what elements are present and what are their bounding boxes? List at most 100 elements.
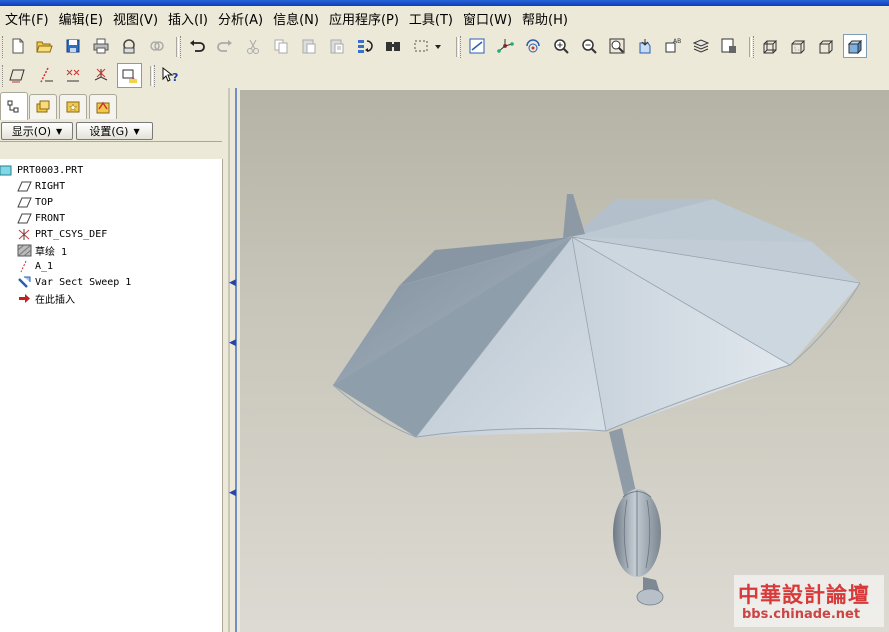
menu-file[interactable]: 文件(F) xyxy=(0,9,54,28)
tree-item-sweep[interactable]: Var Sect Sweep 1 xyxy=(16,274,131,290)
zoom-out-icon[interactable] xyxy=(578,35,600,57)
part-icon xyxy=(0,163,14,177)
datum-plane-icon xyxy=(16,195,32,209)
regenerate-icon[interactable] xyxy=(354,35,376,57)
tree-item-label: PRT_CSYS_DEF xyxy=(35,228,108,240)
menu-analysis[interactable]: 分析(A) xyxy=(213,9,268,28)
chevron-down-icon: ▼ xyxy=(56,126,63,136)
collapse-left-icon[interactable]: ◀ xyxy=(229,278,236,288)
menu-insert[interactable]: 插入(I) xyxy=(163,9,213,28)
show-dropdown[interactable]: 显示(O) ▼ xyxy=(1,122,73,140)
tree-item-front[interactable]: FRONT xyxy=(16,210,65,226)
view-manager-icon[interactable] xyxy=(718,35,740,57)
watermark-url: bbs.chinade.net xyxy=(742,607,861,622)
datum-planes-icon[interactable] xyxy=(6,64,28,86)
menu-view[interactable]: 视图(V) xyxy=(108,9,163,28)
tree-item-label: FRONT xyxy=(35,212,66,224)
connections-tab[interactable] xyxy=(89,94,117,119)
splitter-bar xyxy=(228,88,230,632)
model-tree-tab[interactable] xyxy=(0,92,28,120)
tree-item-part[interactable]: PRT0003.PRT xyxy=(0,162,83,178)
wireframe-icon[interactable] xyxy=(759,35,781,57)
coordinate-systems-icon[interactable] xyxy=(90,64,112,86)
tree-item-label: 在此插入 xyxy=(35,294,75,306)
tree-item-label: Var Sect Sweep 1 xyxy=(35,276,132,288)
navigator-tabs xyxy=(0,92,232,120)
datum-toolbar: ? xyxy=(0,61,889,91)
model-tree: PRT0003.PRT RIGHT TOP FRONT PRT_CSYS_DEF… xyxy=(0,159,223,632)
reorient-icon[interactable] xyxy=(634,35,656,57)
layers-icon[interactable] xyxy=(690,35,712,57)
toolbar-separator xyxy=(749,37,752,57)
annotation-display-icon[interactable] xyxy=(117,63,142,88)
watermark: 中華設計論壇 bbs.chinade.net xyxy=(734,575,884,627)
menu-tools[interactable]: 工具(T) xyxy=(404,9,458,28)
collapse-left-icon[interactable]: ◀ xyxy=(229,338,236,348)
context-help-icon[interactable]: ? xyxy=(159,64,181,86)
copy-icon[interactable] xyxy=(270,35,292,57)
no-hidden-icon[interactable] xyxy=(815,35,837,57)
toolbar-grip[interactable] xyxy=(180,36,184,58)
settings-dropdown[interactable]: 设置(G) ▼ xyxy=(76,122,153,140)
tree-item-insert-here[interactable]: 在此插入 xyxy=(16,290,75,306)
saved-view-icon[interactable]: AB xyxy=(662,35,684,57)
tree-item-label: PRT0003.PRT xyxy=(17,164,84,176)
toolbar-grip[interactable] xyxy=(460,36,464,58)
toolbar-separator xyxy=(150,66,153,86)
toolbar-grip[interactable] xyxy=(753,36,757,58)
menu-edit[interactable]: 编辑(E) xyxy=(54,9,108,28)
settings-label: 设置(G) xyxy=(89,125,129,138)
folder-browser-tab[interactable] xyxy=(29,94,57,119)
shading-icon[interactable] xyxy=(843,34,867,58)
link-icon[interactable] xyxy=(146,35,168,57)
paste-icon[interactable] xyxy=(298,35,320,57)
panel-splitter[interactable]: ◀ ◀ ◀ xyxy=(224,88,240,632)
menu-bar: 文件(F) 编辑(E) 视图(V) 插入(I) 分析(A) 信息(N) 应用程序… xyxy=(0,6,889,30)
datum-points-icon[interactable] xyxy=(62,64,84,86)
tree-item-label: A_1 xyxy=(35,260,54,272)
toolbar-grip[interactable] xyxy=(2,36,6,58)
datum-plane-icon xyxy=(16,211,32,225)
print-icon[interactable] xyxy=(90,35,112,57)
save-icon[interactable] xyxy=(62,35,84,57)
menu-window[interactable]: 窗口(W) xyxy=(458,9,517,28)
tree-column-header xyxy=(0,141,222,160)
tree-item-axis[interactable]: A_1 xyxy=(16,258,53,274)
show-label: 显示(O) xyxy=(11,125,52,138)
hidden-line-icon[interactable] xyxy=(787,35,809,57)
new-file-icon[interactable] xyxy=(7,35,29,57)
send-mail-icon[interactable] xyxy=(118,35,140,57)
refit-icon[interactable] xyxy=(606,35,628,57)
open-file-icon[interactable] xyxy=(33,35,55,57)
svg-text:AB: AB xyxy=(673,38,681,45)
paste-special-icon[interactable] xyxy=(326,35,348,57)
zoom-in-icon[interactable] xyxy=(550,35,572,57)
tree-item-label: RIGHT xyxy=(35,180,66,192)
tree-item-sketch[interactable]: 草绘 1 xyxy=(16,242,67,258)
orientation-icon[interactable] xyxy=(522,35,544,57)
datum-plane-icon xyxy=(16,179,32,193)
collapse-left-icon[interactable]: ◀ xyxy=(229,488,236,498)
repaint-icon[interactable] xyxy=(466,35,488,57)
select-box-icon[interactable] xyxy=(410,35,432,57)
graphics-viewport[interactable] xyxy=(240,90,889,632)
watermark-title: 中華設計論壇 xyxy=(738,582,870,607)
sketch-icon xyxy=(16,243,32,257)
tree-item-label: 草绘 1 xyxy=(35,246,68,258)
toolbar-grip[interactable] xyxy=(154,65,158,87)
tree-item-label: TOP xyxy=(35,196,54,208)
tree-item-csys[interactable]: PRT_CSYS_DEF xyxy=(16,226,107,242)
menu-applications[interactable]: 应用程序(P) xyxy=(324,9,404,28)
menu-help[interactable]: 帮助(H) xyxy=(517,9,573,28)
menu-info[interactable]: 信息(N) xyxy=(268,9,324,28)
redo-icon[interactable] xyxy=(214,35,236,57)
favorites-tab[interactable] xyxy=(59,94,87,119)
tree-item-top[interactable]: TOP xyxy=(16,194,53,210)
cut-icon[interactable] xyxy=(242,35,264,57)
find-icon[interactable] xyxy=(382,35,404,57)
tree-item-right[interactable]: RIGHT xyxy=(16,178,65,194)
spin-center-icon[interactable] xyxy=(494,35,516,57)
datum-axes-icon[interactable] xyxy=(34,64,56,86)
undo-icon[interactable] xyxy=(186,35,208,57)
dropdown-arrow-icon[interactable] xyxy=(432,35,444,57)
